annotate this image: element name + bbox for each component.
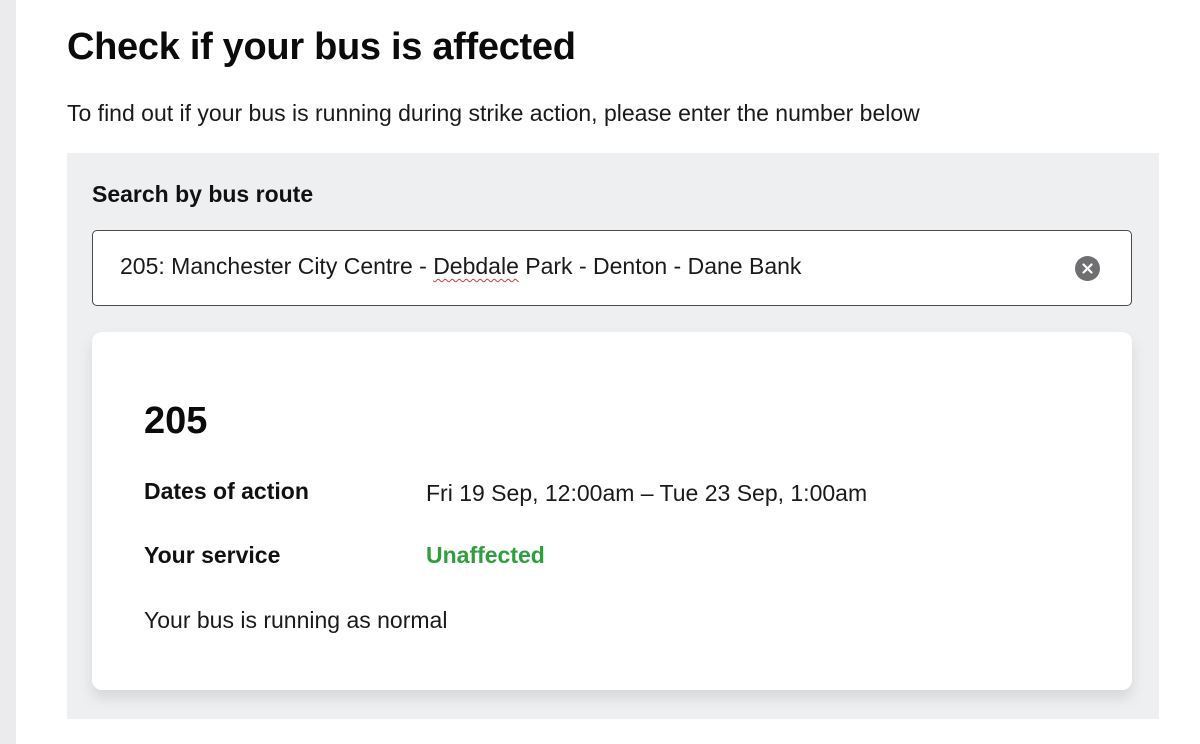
dates-label: Dates of action <box>144 478 309 504</box>
search-value-suffix: Park - Denton - Dane Bank <box>518 253 802 279</box>
service-status-badge: Unaffected <box>426 542 545 568</box>
dates-value: Fri 19 Sep, 12:00am – Tue 23 Sep, 1:00am <box>426 480 868 506</box>
intro-text: To find out if your bus is running durin… <box>67 100 920 126</box>
service-label: Your service <box>144 542 281 568</box>
route-search-input[interactable]: 205: Manchester City Centre - Debdale Pa… <box>92 230 1132 306</box>
result-card: 205 Dates of action Fri 19 Sep, 12:00am … <box>92 332 1132 690</box>
route-number: 205 <box>144 400 208 442</box>
page-title: Check if your bus is affected <box>67 26 576 68</box>
close-icon <box>1082 263 1093 274</box>
search-label: Search by bus route <box>92 181 314 207</box>
clear-search-button[interactable] <box>1075 256 1100 281</box>
service-message: Your bus is running as normal <box>144 607 448 633</box>
search-input-value[interactable]: 205: Manchester City Centre - Debdale Pa… <box>120 253 801 280</box>
left-gutter <box>0 0 16 744</box>
search-value-prefix: 205: Manchester City Centre - <box>120 253 434 279</box>
spellcheck-flagged-word: Debdale <box>433 253 519 279</box>
